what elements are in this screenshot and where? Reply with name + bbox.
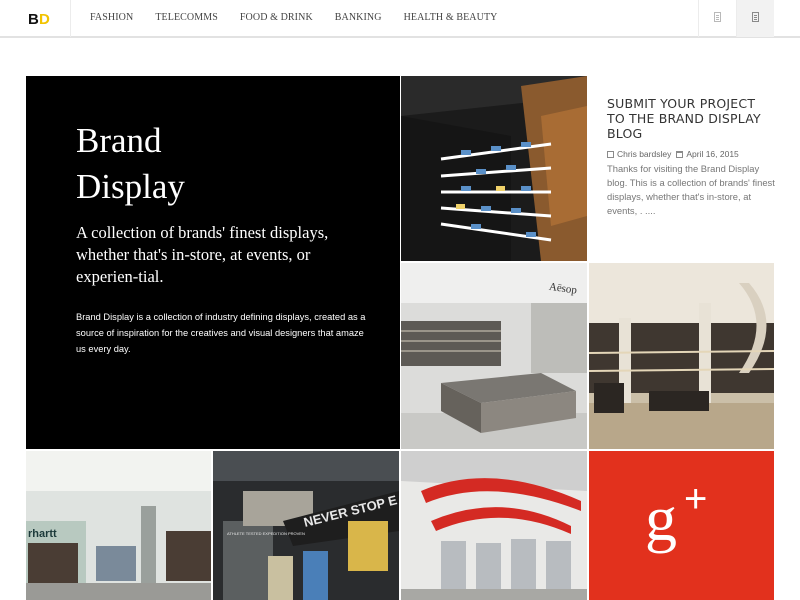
post-meta: Chris bardsley April 16, 2015 [607, 148, 777, 160]
nav-banking[interactable]: BANKING [335, 12, 382, 28]
site-header: B D FASHION TELECOMMS FOOD & DRINK BANKI… [0, 0, 800, 38]
logo[interactable]: B D [0, 0, 71, 37]
photo-carhartt-store[interactable]: rhartt [26, 451, 211, 600]
plus-icon: + [684, 477, 708, 521]
header-button-list[interactable] [698, 0, 736, 37]
nav-health-beauty[interactable]: HEALTH & BEAUTY [404, 12, 498, 28]
google-plus-icon: g [645, 483, 677, 554]
nav-food-drink[interactable]: FOOD & DRINK [240, 12, 313, 28]
main-nav: FASHION TELECOMMS FOOD & DRINK BANKING H… [90, 12, 519, 28]
carhartt-sign: rhartt [28, 528, 57, 540]
hero-title-line1: Brand [76, 121, 162, 160]
hero-tagline: A collection of brands' finest displays,… [76, 223, 329, 286]
calendar-icon [676, 150, 684, 158]
nav-fashion[interactable]: FASHION [90, 12, 133, 28]
hero-title: Brand Display [76, 118, 376, 210]
document-icon [752, 12, 759, 22]
logo-letter-d: D [39, 11, 50, 28]
header-button-grid[interactable] [736, 0, 774, 37]
photo-red-canopy[interactable] [401, 451, 587, 600]
post-title[interactable]: SUBMIT YOUR PROJECT TO THE BRAND DISPLAY… [607, 96, 777, 141]
hero-title-line2: Display [76, 167, 185, 206]
photo-shoe-wall[interactable] [401, 76, 587, 261]
hero-description: Brand Display is a collection of industr… [76, 312, 366, 354]
post-excerpt: Thanks for visiting the Brand Display bl… [607, 163, 775, 216]
document-icon [714, 12, 721, 22]
user-icon [607, 150, 614, 158]
logo-letter-b: B [28, 11, 39, 28]
photo-department-store[interactable] [589, 263, 774, 449]
nav-telecomms[interactable]: TELECOMMS [155, 12, 218, 28]
blog-post-preview: SUBMIT YOUR PROJECT TO THE BRAND DISPLAY… [607, 96, 777, 218]
photo-aesop-store[interactable]: Aēsop [401, 263, 587, 449]
post-author[interactable]: Chris bardsley [617, 148, 671, 160]
photo-outdoor-store[interactable]: NEVER STOP E ATHLETE TESTED EXPEDITION P… [213, 451, 399, 600]
google-plus-tile[interactable]: g + [589, 451, 774, 600]
athlete-sign: ATHLETE TESTED EXPEDITION PROVEN [227, 531, 305, 536]
post-date: April 16, 2015 [686, 149, 739, 159]
hero-panel: Brand Display A collection of brands' fi… [26, 76, 400, 449]
